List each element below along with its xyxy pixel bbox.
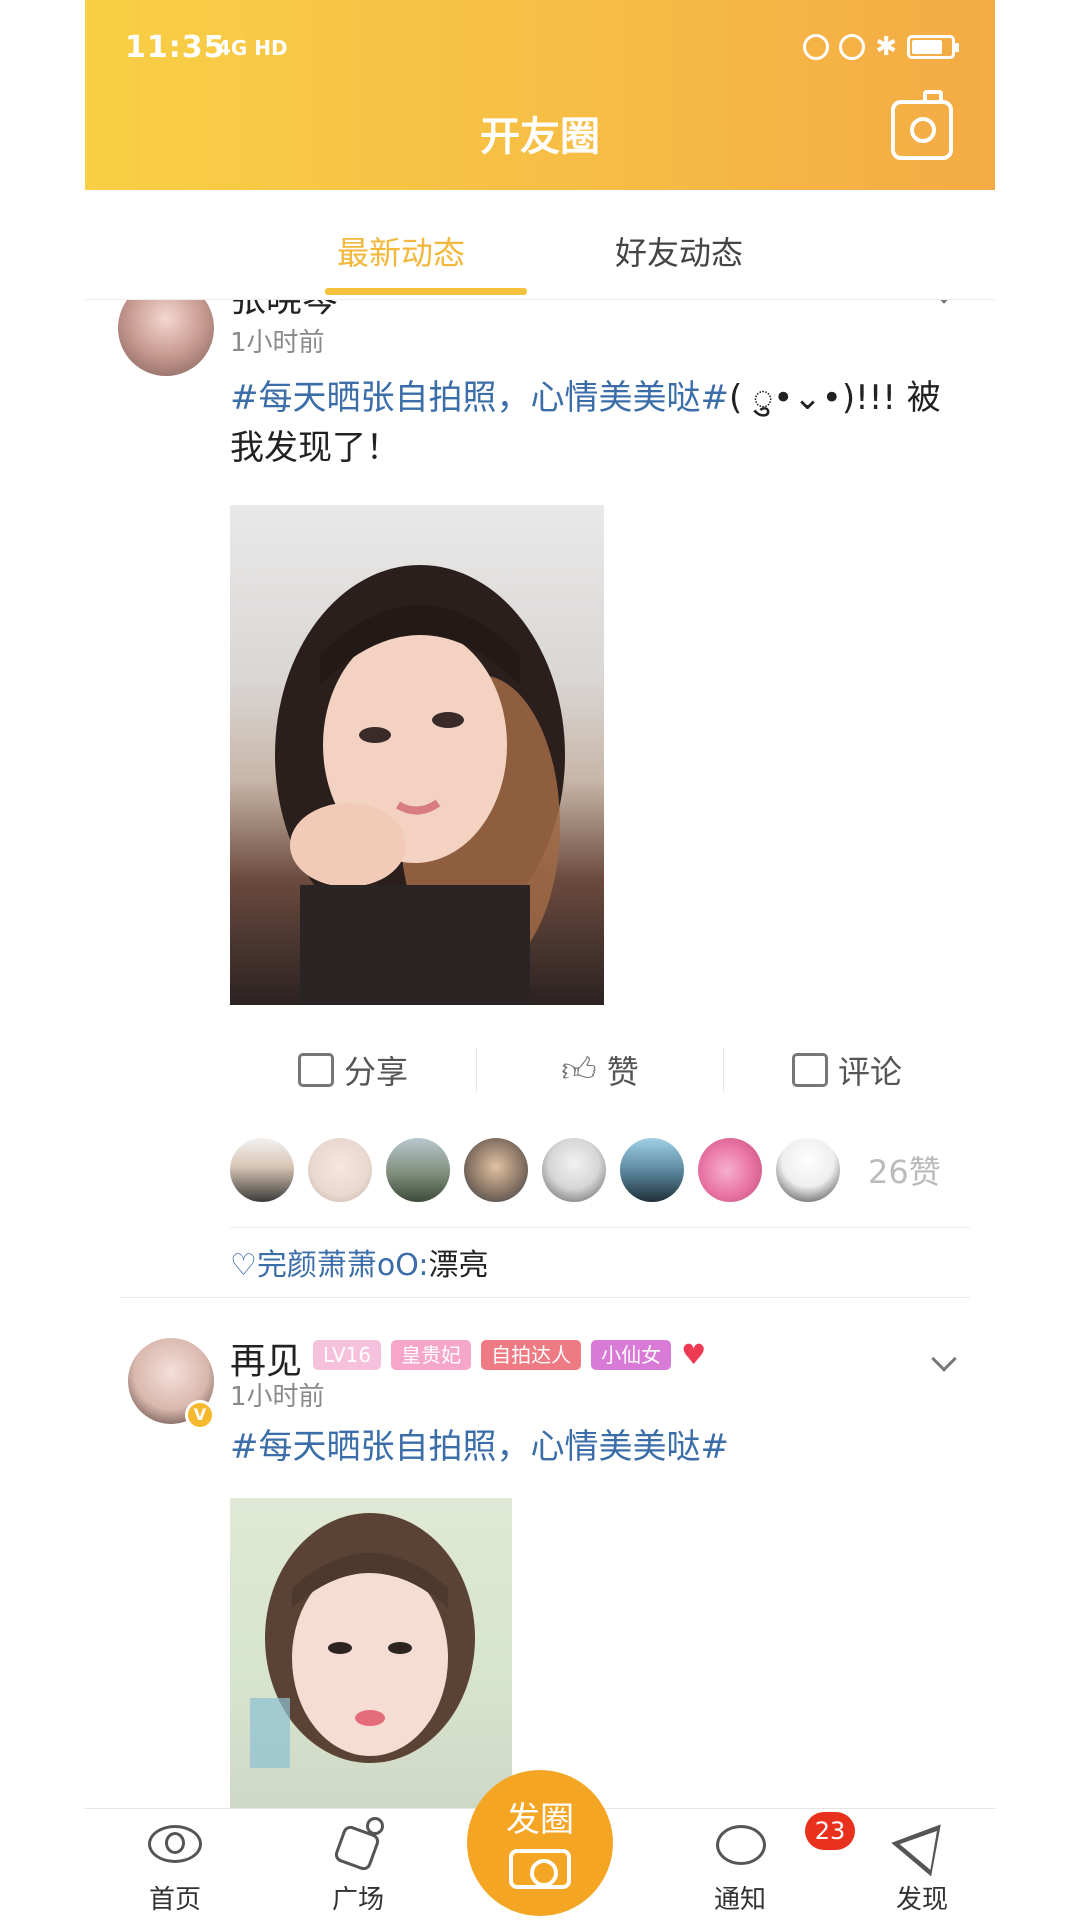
title-badge: 自拍达人 (481, 1340, 582, 1370)
bluetooth-icon: ✱ (875, 32, 897, 62)
eye-icon (147, 1815, 203, 1871)
title-badge: 皇贵妃 (391, 1340, 472, 1370)
comment-label: 评论 (837, 1053, 902, 1091)
liker-avatar[interactable] (464, 1138, 528, 1202)
battery-icon (907, 35, 959, 59)
app-screen: 11:35 4G HD ✱ 开友圈 最新动态 好友动态 张晓琴 1小时前 #每天… (85, 0, 995, 1920)
post-separator (120, 1297, 970, 1298)
tab-indicator (325, 288, 527, 295)
like-button[interactable]: 👍︎ 赞 (477, 1047, 723, 1093)
selfie-illustration (250, 1513, 475, 1768)
nav-discover[interactable]: 发现 (857, 1807, 987, 1916)
user-badges: LV16 皇贵妃 自拍达人 小仙女 ♥ (313, 1340, 706, 1370)
title-badge: 小仙女 (591, 1340, 672, 1370)
post-topic[interactable]: #每天晒张自拍照，心情美美哒# (230, 1427, 729, 1467)
post-photo[interactable] (230, 1498, 512, 1808)
liker-avatar[interactable] (308, 1138, 372, 1202)
paper-plane-icon (891, 1807, 961, 1877)
nav-home-label: 首页 (148, 1885, 201, 1915)
post-topic[interactable]: #每天晒张自拍照，心情美美哒# (230, 378, 729, 418)
post-time: 1小时前 (230, 328, 325, 358)
camera-icon (509, 1849, 571, 1889)
post-moment-button[interactable]: 发圈 (467, 1770, 613, 1916)
post-item: 张晓琴 1小时前 #每天晒张自拍照，心情美美哒#( ु•⌄•)!!! 被我发现了… (85, 300, 995, 1283)
share-button[interactable]: 分享 (230, 1047, 476, 1093)
like-label: 赞 (606, 1053, 639, 1091)
chevron-down-icon[interactable] (931, 1346, 957, 1372)
post-text: #每天晒张自拍照，心情美美哒#( ु•⌄•)!!! 被我发现了！ (230, 373, 950, 473)
alarm-icon (839, 34, 866, 60)
nav-home[interactable]: 首页 (110, 1815, 240, 1916)
plaza-icon (330, 1815, 386, 1873)
status-icons: ✱ (803, 32, 959, 62)
avatar[interactable] (118, 300, 214, 376)
divider (230, 1227, 970, 1228)
post-actions: 分享 👍︎ 赞 评论 (230, 1030, 970, 1110)
chat-bubble-icon (712, 1815, 768, 1871)
liker-avatars: 26赞 (230, 1138, 941, 1202)
tab-latest[interactable]: 最新动态 (337, 228, 465, 274)
share-label: 分享 (343, 1053, 408, 1091)
tab-friends[interactable]: 好友动态 (615, 228, 743, 274)
post-photo[interactable] (230, 505, 604, 1005)
camera-button[interactable] (891, 90, 953, 160)
notification-count-badge: 23 (805, 1812, 855, 1850)
liker-avatar[interactable] (230, 1138, 294, 1202)
nav-plaza-label: 广场 (331, 1885, 384, 1915)
app-header: 11:35 4G HD ✱ 开友圈 (85, 0, 995, 190)
heart-icon: ♥ (681, 1338, 707, 1371)
level-badge: LV16 (313, 1340, 382, 1370)
nav-plaza[interactable]: 广场 (293, 1815, 423, 1916)
status-time: 11:35 (125, 30, 226, 65)
liker-avatar[interactable] (776, 1138, 840, 1202)
comment-row[interactable]: ♡完颜萧萧oO:漂亮 (230, 1240, 488, 1284)
selfie-illustration (275, 565, 565, 1005)
post-author-name[interactable]: 张晓琴 (230, 300, 338, 322)
chevron-down-icon[interactable] (931, 300, 957, 304)
post-text: #每天晒张自拍照，心情美美哒# (230, 1422, 950, 1472)
liker-avatar[interactable] (620, 1138, 684, 1202)
status-network: 4G HD (217, 36, 288, 60)
nav-discover-label: 发现 (895, 1885, 948, 1915)
like-count[interactable]: 26赞 (868, 1147, 941, 1193)
share-icon (297, 1053, 334, 1087)
lock-icon (803, 34, 830, 60)
comment-icon (791, 1053, 828, 1087)
page-title: 开友圈 (480, 114, 600, 160)
post-item: V 再见 LV16 皇贵妃 自拍达人 小仙女 ♥ 1小时前 #每天晒张自拍照，心… (85, 1328, 995, 1808)
feed-list[interactable]: 张晓琴 1小时前 #每天晒张自拍照，心情美美哒#( ु•⌄•)!!! 被我发现了… (85, 300, 995, 1808)
comment-author[interactable]: ♡完颜萧萧oO: (230, 1248, 428, 1283)
comment-text: 漂亮 (428, 1248, 489, 1283)
liker-avatar[interactable] (542, 1138, 606, 1202)
thumbs-up-icon: 👍︎ (561, 1049, 597, 1090)
comment-button[interactable]: 评论 (724, 1047, 970, 1093)
liker-avatar[interactable] (698, 1138, 762, 1202)
post-time: 1小时前 (230, 1382, 325, 1412)
post-moment-label: 发圈 (506, 1800, 574, 1840)
nav-notify-label: 通知 (713, 1885, 766, 1915)
verified-badge-icon: V (185, 1400, 215, 1430)
feed-tabs: 最新动态 好友动态 (85, 190, 995, 300)
nav-notify[interactable]: 通知 (675, 1815, 805, 1916)
liker-avatar[interactable] (386, 1138, 450, 1202)
